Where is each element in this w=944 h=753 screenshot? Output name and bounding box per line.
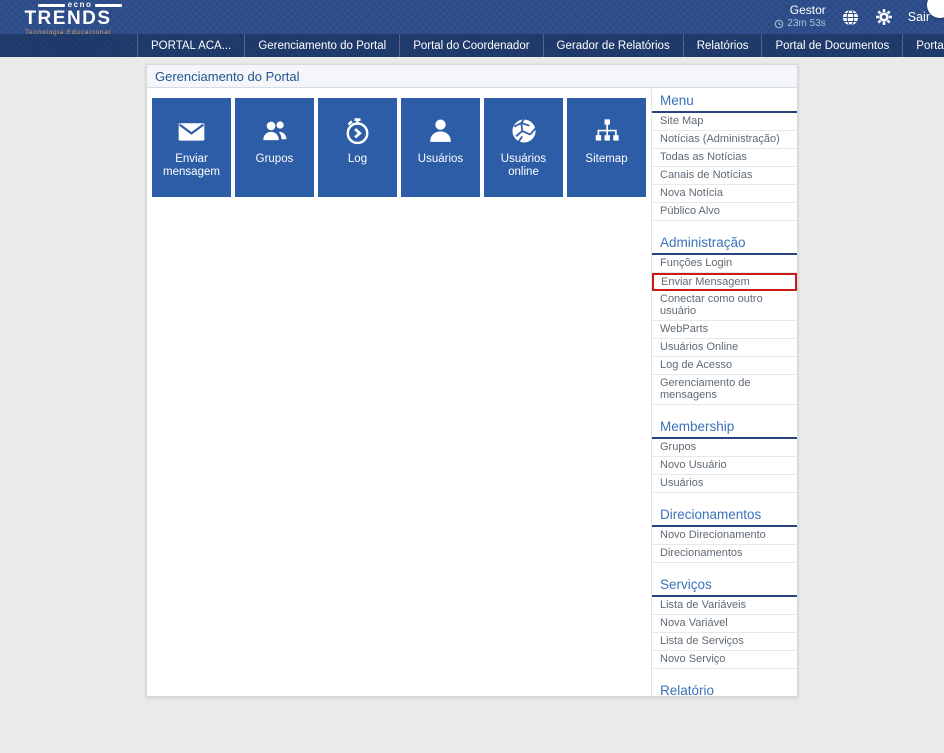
nav-tabs: PORTAL ACA... Gerenciamento do Portal Port… [137,34,944,57]
app-logo[interactable]: ecno TRENDS Tecnologia Educacional [12,1,124,36]
sidebar-section-servicos: Serviços Lista de Variáveis Nova Variável L… [652,575,797,669]
tile-label: Grupos [255,153,294,165]
sidebar-item-conectar-como-outro-usuario[interactable]: Conectar como outro usuário [652,291,797,321]
session-timer: 23m 53s [774,18,826,30]
sidebar-item-publico-alvo[interactable]: Público Alvo [652,203,797,221]
sidebar-item-nova-variavel[interactable]: Nova Variável [652,615,797,633]
sidebar-item-todas-as-noticias[interactable]: Todas as Notícias [652,149,797,167]
tile-label: Log [347,153,368,165]
nav-tab-gerenciamento-do-portal[interactable]: Gerenciamento do Portal [245,34,401,57]
tile-label: Usuários online [500,153,547,178]
nav-tab-portal-de-documen[interactable]: Portal de Documen [903,34,944,57]
sidebar-item-lista-de-variaveis[interactable]: Lista de Variáveis [652,597,797,615]
clock-icon [774,19,784,29]
sidebar-item-usuarios-online[interactable]: Usuários Online [652,339,797,357]
sidebar-item-novo-servico[interactable]: Novo Serviço [652,651,797,669]
sidebar-item-site-map[interactable]: Site Map [652,113,797,131]
sidebar-item-novo-usuario[interactable]: Novo Usuário [652,457,797,475]
user-block: Gestor 23m 53s [774,3,826,30]
envelope-icon [175,113,208,149]
sidebar-item-webparts[interactable]: WebParts [652,321,797,339]
nav-tab-gerador-de-relatorios[interactable]: Gerador de Relatórios [544,34,684,57]
sidebar-item-log-de-acesso[interactable]: Log de Acesso [652,357,797,375]
logo-main-text: TRENDS [24,8,112,29]
globe-icon[interactable] [841,8,860,27]
tile-log[interactable]: Log [318,98,397,197]
sidebar-section-title: Serviços [652,575,797,597]
sidebar-section-administracao: Administração Funções Login Enviar Mensage… [652,233,797,405]
sidebar-section-relatorio: RelatórioRelatório de Mensagens [652,681,797,696]
sidebar-item-usuarios[interactable]: Usuários [652,475,797,493]
sidebar-item-funcoes-login[interactable]: Funções Login [652,255,797,273]
gear-icon[interactable] [875,8,893,26]
sidebar-item-lista-de-servicos[interactable]: Lista de Serviços [652,633,797,651]
sidebar-section-title: Membership [652,417,797,439]
user-name: Gestor [789,3,826,18]
user-icon [425,113,456,149]
sidebar-section-title: Relatório [652,681,797,696]
sidebar-item-nova-noticia[interactable]: Nova Notícia [652,185,797,203]
sidebar-item-novo-direcionamento[interactable]: Novo Direcionamento [652,527,797,545]
tile-grupos[interactable]: Grupos [235,98,314,197]
sidebar-item-noticias-administracao[interactable]: Notícias (Administração) [652,131,797,149]
stopwatch-icon [342,113,373,149]
sidebar-item-canais-de-noticias[interactable]: Canais de Notícias [652,167,797,185]
tile-grid: Enviar mensagem Grupos Log Usuários Usuários… [152,98,646,197]
nav-tab-portal-aca[interactable]: PORTAL ACA... [137,34,246,57]
tile-label: Usuários [417,153,464,165]
top-header: ecno TRENDS Tecnologia Educacional Gesto… [0,0,944,36]
sidebar-section-menu: Menu Site Map Notícias (Administração) Toda… [652,91,797,221]
sidebar-section-title: Direcionamentos [652,505,797,527]
nav-tab-portal-de-documentos[interactable]: Portal de Documentos [762,34,904,57]
header-right-cluster: Gestor 23m 53s Sair [774,0,930,34]
tile-usuarios[interactable]: Usuários [401,98,480,197]
logo-subtitle: Tecnologia Educacional [25,29,111,36]
panel-header: Gerenciamento do Portal [147,65,797,88]
sidebar-section-title: Menu [652,91,797,113]
sidebar-item-direcionamentos[interactable]: Direcionamentos [652,545,797,563]
session-timer-value: 23m 53s [787,18,826,30]
nav-tab-relatorios[interactable]: Relatórios [684,34,763,57]
portal-management-panel: Gerenciamento do Portal Enviar mensagem G… [146,64,798,697]
tile-label: Sitemap [585,153,628,165]
tile-enviar-mensagem[interactable]: Enviar mensagem [152,98,231,197]
logo-bar-right [95,3,123,7]
sidebar-section-direcionamentos: Direcionamentos Novo Direcionamento Direci… [652,505,797,563]
sidebar-section-title: Administração [652,233,797,255]
logo-bar-left [38,3,65,7]
sitemap-icon [592,113,622,149]
page-title: Gerenciamento do Portal [155,68,300,84]
online-globe-icon [508,113,540,149]
sidebar-item-enviar-mensagem[interactable]: Enviar Mensagem [652,273,797,291]
tile-label: Enviar mensagem [163,153,220,178]
tile-sitemap[interactable]: Sitemap [567,98,646,197]
main-navbar: PORTAL ACA... Gerenciamento do Portal Port… [0,34,944,57]
logout-button[interactable]: Sair [908,10,930,24]
sidebar-item-grupos[interactable]: Grupos [652,439,797,457]
right-sidebar-menu: Menu Site Map Notícias (Administração) Toda… [651,89,797,696]
nav-tab-portal-do-coordenador[interactable]: Portal do Coordenador [400,34,544,57]
tile-usuarios-online[interactable]: Usuários online [484,98,563,197]
sidebar-section-membership: Membership Grupos Novo Usuário Usuários [652,417,797,493]
groups-icon [259,113,290,149]
sidebar-item-gerenciamento-de-mensagens[interactable]: Gerenciamento de mensagens [652,375,797,405]
